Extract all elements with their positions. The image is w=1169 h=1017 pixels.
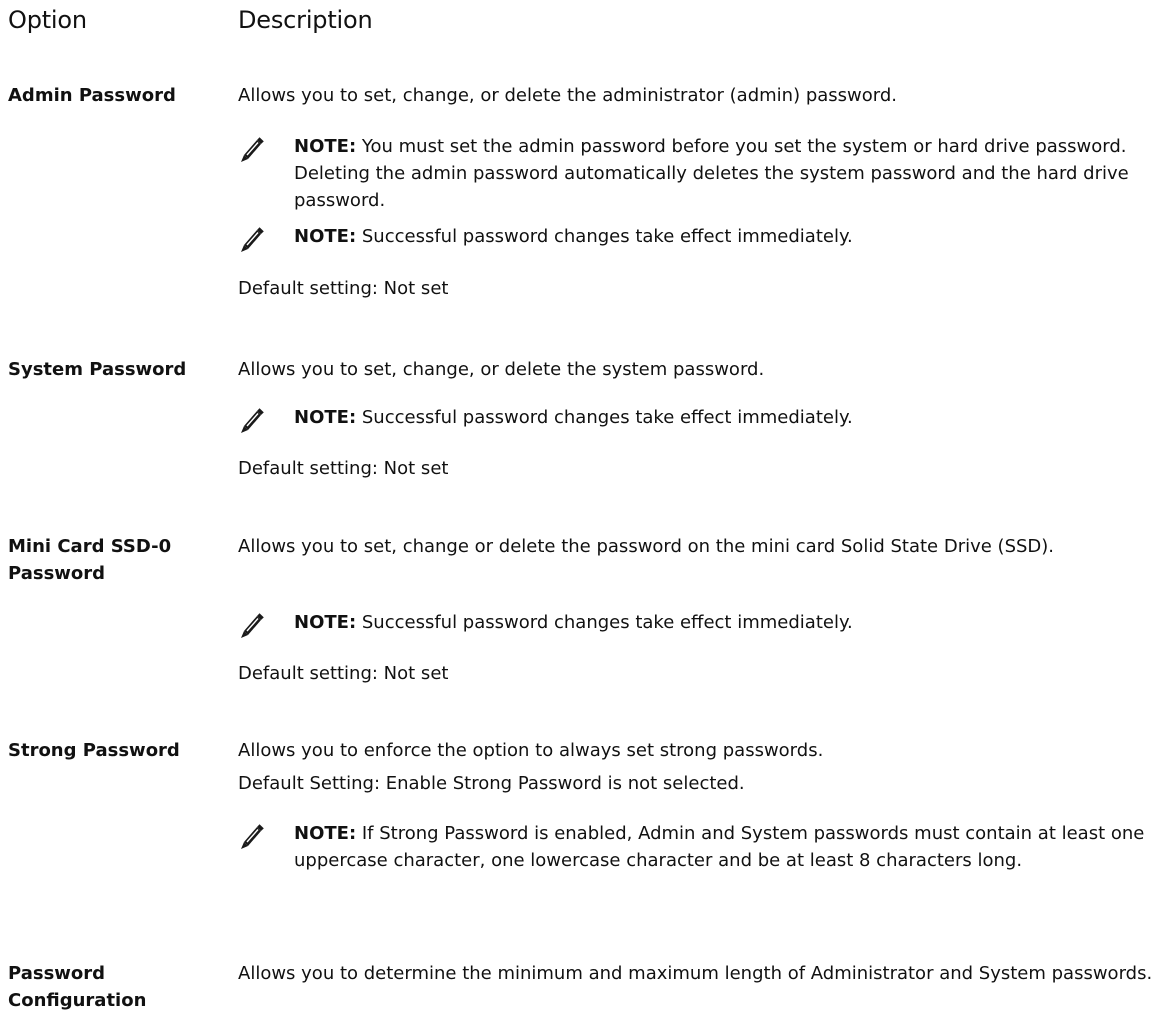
column-header-description: Description	[238, 6, 373, 34]
note-text: You must set the admin password before y…	[294, 136, 1129, 211]
description-admin-password: Allows you to set, change, or delete the…	[238, 85, 898, 106]
note-pencil-icon	[240, 407, 265, 433]
note-label: NOTE:	[294, 823, 357, 844]
default-system-password: Default setting: Not set	[238, 458, 449, 479]
note-label: NOTE:	[294, 226, 357, 247]
option-system-password: System Password	[8, 359, 187, 380]
option-mini-card-ssd-password: Mini Card SSD-0 Password	[8, 536, 172, 584]
note-text: Successful password changes take effect …	[361, 612, 853, 633]
note-admin-password-1: NOTE: You must set the admin password be…	[238, 133, 1163, 217]
note-pencil-icon	[240, 226, 265, 252]
option-strong-password: Strong Password	[8, 740, 180, 761]
note-strong-password: NOTE: If Strong Password is enabled, Adm…	[238, 820, 1163, 904]
option-admin-password: Admin Password	[8, 85, 176, 106]
note-pencil-icon	[240, 612, 265, 638]
note-text: If Strong Password is enabled, Admin and…	[294, 823, 1145, 871]
note-text: Successful password changes take effect …	[361, 226, 853, 247]
note-admin-password-2: NOTE: Successful password changes take e…	[238, 223, 1163, 252]
note-text: Successful password changes take effect …	[361, 407, 853, 428]
note-label: NOTE:	[294, 612, 357, 633]
note-mini-card-ssd-password: NOTE: Successful password changes take e…	[238, 609, 1163, 638]
description-password-configuration: Allows you to determine the minimum and …	[238, 963, 1153, 984]
note-pencil-icon	[240, 823, 265, 849]
note-system-password: NOTE: Successful password changes take e…	[238, 404, 1163, 433]
default-admin-password: Default setting: Not set	[238, 278, 449, 299]
description-system-password: Allows you to set, change, or delete the…	[238, 359, 765, 380]
column-header-option: Option	[8, 6, 87, 34]
default-mini-card-ssd-password: Default setting: Not set	[238, 663, 449, 684]
default-strong-password: Default Setting: Enable Strong Password …	[238, 773, 745, 794]
description-strong-password: Allows you to enforce the option to alwa…	[238, 740, 824, 761]
note-label: NOTE:	[294, 136, 357, 157]
description-mini-card-ssd-password: Allows you to set, change or delete the …	[238, 536, 1055, 557]
note-label: NOTE:	[294, 407, 357, 428]
note-pencil-icon	[240, 136, 265, 162]
option-password-configuration: Password Configuration	[8, 963, 147, 1011]
